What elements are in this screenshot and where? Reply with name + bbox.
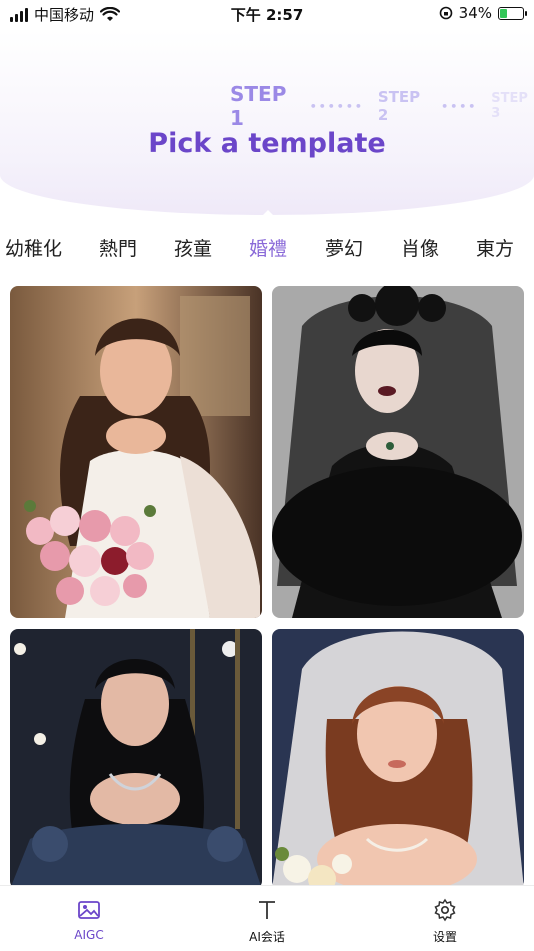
tab-kids[interactable]: 孩童	[174, 234, 212, 261]
tab-pointer	[261, 210, 275, 217]
tab-popular[interactable]: 熱門	[99, 234, 137, 261]
tab-childlike[interactable]: 幼稚化	[5, 234, 62, 261]
nav-item-aigc[interactable]: AIGC	[29, 898, 149, 942]
tab-wedding[interactable]: 婚禮	[249, 234, 287, 261]
bottom-navigation: AIGC AI会话 设置	[0, 885, 534, 951]
template-image	[272, 286, 524, 618]
nav-label-ai-chat: AI会话	[249, 930, 285, 944]
step-2-label: STEP 2	[377, 88, 421, 124]
template-card-bride-navy-gown[interactable]	[10, 629, 262, 889]
gear-icon	[434, 898, 456, 922]
nav-item-ai-chat[interactable]: AI会话	[207, 898, 327, 945]
tab-portrait[interactable]: 肖像	[401, 234, 439, 261]
step-dots: ••••••	[309, 99, 364, 113]
step-indicator: STEP 1 •••••• STEP 2 •••• STEP 3	[230, 82, 534, 130]
step-3-label: STEP 3	[491, 91, 528, 121]
template-image	[10, 629, 262, 889]
tab-oriental[interactable]: 東方	[476, 234, 514, 261]
category-tabs: 幼稚化 熱門 孩童 婚禮 夢幻 肖像 東方	[0, 234, 534, 264]
step-dots: ••••	[441, 99, 478, 113]
page-title: Pick a template	[148, 128, 386, 159]
status-bar: 中国移动 下午 2:57 34%	[0, 0, 534, 30]
nav-label-aigc: AIGC	[74, 928, 104, 942]
step-1-label: STEP 1	[230, 82, 287, 130]
template-card-bride-black-veil[interactable]	[272, 286, 524, 618]
template-image	[272, 629, 524, 889]
template-card-bride-white-veil[interactable]	[272, 629, 524, 889]
nav-label-settings: 设置	[432, 930, 457, 944]
battery-icon	[498, 6, 527, 20]
tab-dreamy[interactable]: 夢幻	[325, 234, 363, 261]
battery-fill	[500, 8, 507, 18]
rotation-lock-icon	[439, 6, 452, 20]
battery-percent: 34%	[458, 4, 492, 22]
image-icon	[78, 901, 100, 919]
template-card-bride-white-dress[interactable]	[10, 286, 262, 618]
template-image	[10, 286, 262, 618]
status-bar-right: 34%	[439, 4, 527, 22]
nav-item-settings[interactable]: 设置	[385, 898, 505, 945]
text-icon	[259, 901, 275, 919]
